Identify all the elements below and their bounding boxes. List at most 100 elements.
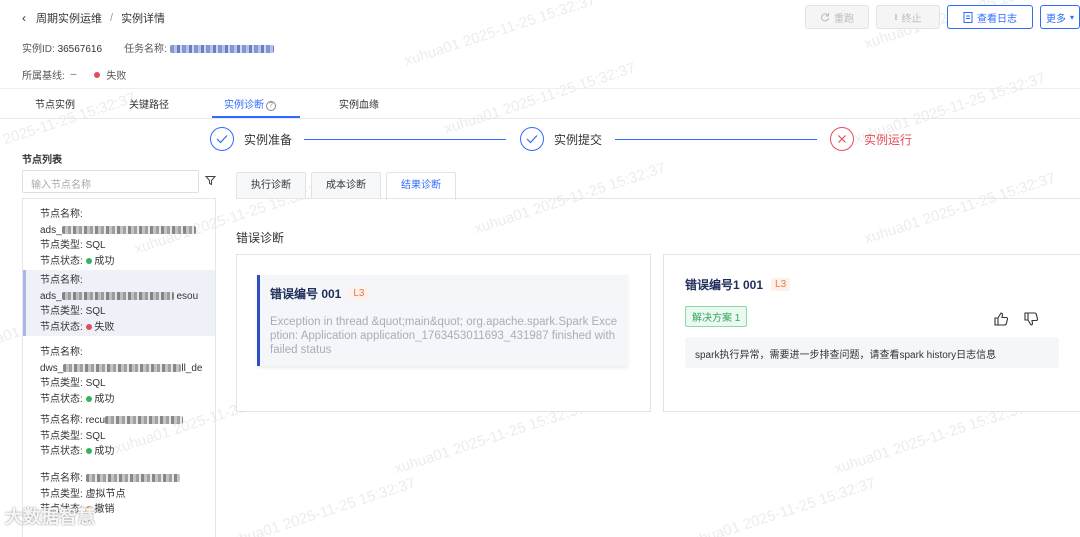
close-icon: [830, 127, 854, 151]
instance-id-label: 实例ID:: [22, 44, 55, 55]
node-type-row: 节点类型: SQL: [40, 429, 215, 445]
watermark: xuhua01 2025-11-25 15:32:37: [682, 474, 878, 537]
node-name-value-row: dws_ ll_de: [40, 361, 215, 377]
view-log-label: 查看日志: [977, 13, 1017, 25]
tab-cost-diagnosis[interactable]: 成本诊断: [311, 172, 381, 199]
node-type-label: 节点类型:: [40, 378, 83, 389]
node-name-label: 节点名称:: [40, 473, 83, 484]
tab-critical-path[interactable]: 关键路径: [129, 96, 169, 111]
check-icon: [210, 127, 234, 151]
error-code: 错误编号 001: [270, 287, 342, 301]
node-name-label: 节点名称:: [40, 415, 83, 426]
stop-label: 终止: [901, 13, 922, 25]
main-tabs: 节点实例 关键路径 实例诊断? 实例血缘: [0, 89, 1080, 119]
stop-button[interactable]: ‖ 终止: [876, 5, 940, 29]
status-dot: [85, 323, 92, 330]
instance-id-value: 36567616: [57, 44, 103, 55]
instance-meta: 实例ID: 36567616 任务名称:: [22, 40, 274, 55]
thumbs-up-icon[interactable]: [993, 311, 1009, 327]
baseline-label: 所属基线:: [22, 71, 65, 82]
progress-steps: 实例准备 实例提交 实例运行: [210, 127, 1080, 153]
node-type-value: SQL: [85, 240, 106, 251]
node-name-value-row: ads_ esou: [40, 289, 215, 305]
node-status-value: 成功: [94, 446, 115, 457]
node-list-title: 节点列表: [22, 155, 62, 166]
node-name-row: 节点名称:: [40, 207, 215, 223]
error-card: 错误编号 001 L3 Exception in thread &quot;ma…: [236, 254, 651, 412]
node-name-value: recu: [85, 415, 106, 426]
step-run-label: 实例运行: [864, 132, 913, 147]
list-item[interactable]: 节点名称: ads_ 节点类型: SQL 节点状态: 成功: [23, 207, 215, 269]
error-detail[interactable]: 错误编号 001 L3 Exception in thread &quot;ma…: [257, 275, 628, 366]
node-type-label: 节点类型:: [40, 306, 83, 317]
node-type-value: SQL: [85, 378, 106, 389]
action-bar: 重跑 ‖ 终止 查看日志 更多 ▾: [805, 5, 1080, 29]
node-status-label: 节点状态:: [40, 446, 83, 457]
step-connector: [304, 139, 506, 140]
solution-badge: 解决方案 1: [685, 306, 748, 327]
task-name-redacted: [169, 45, 274, 54]
exception-text: Exception in thread &quot;main&quot; org…: [270, 316, 618, 356]
node-status-label: 节点状态:: [40, 255, 83, 267]
more-label: 更多: [1045, 13, 1066, 25]
node-status-value: 成功: [94, 255, 115, 267]
list-item[interactable]: 节点名称: ads_ esou 节点类型: SQL 节点状态: 失败: [23, 270, 215, 336]
node-name-redacted: [61, 291, 174, 300]
pause-icon: ‖: [894, 12, 898, 22]
breadcrumb-separator: /: [110, 12, 114, 24]
node-name-label: 节点名称:: [40, 209, 83, 220]
node-search-input[interactable]: 输入节点名称: [22, 170, 199, 193]
error-code-row: 错误编号 001 L3: [270, 285, 618, 302]
instance-id-field: 实例ID: 36567616: [22, 40, 102, 55]
node-status-value: 失败: [94, 321, 115, 333]
solution-card: 错误编号1 001 L3 解决方案 1 spark执行异常，需要进一步排查问题，…: [663, 254, 1080, 412]
node-type-row: 节点类型: 虚拟节点: [40, 487, 215, 503]
brand-watermark: 大数据智慧: [5, 507, 95, 527]
watermark: xuhua01 2025-11-25 15:32:37: [222, 474, 418, 537]
breadcrumb-parent[interactable]: 周期实例运维: [36, 10, 102, 26]
step-submit-label: 实例提交: [554, 132, 603, 147]
node-status-row: 节点状态: 成功: [40, 392, 215, 408]
solution-text: spark执行异常，需要进一步排查问题，请查看spark history日志信息: [685, 337, 1059, 368]
status-dot: [85, 448, 92, 454]
breadcrumb: ‹ 周期实例运维 / 实例详情: [22, 10, 165, 26]
node-name-label: 节点名称:: [40, 347, 83, 358]
node-name-redacted: [61, 225, 196, 234]
node-status-row: 节点状态: 成功: [40, 254, 215, 270]
node-status-label: 节点状态:: [40, 393, 83, 405]
list-item[interactable]: 节点名称: dws_ ll_de 节点类型: SQL 节点状态: 成功: [23, 345, 215, 407]
back-icon[interactable]: ‹: [22, 11, 26, 25]
list-item[interactable]: 节点名称: recu 节点类型: SQL 节点状态: 成功: [23, 413, 215, 460]
tab-node-instance[interactable]: 节点实例: [35, 96, 75, 111]
node-name-value: ads_: [40, 290, 62, 302]
step-prepare-label: 实例准备: [244, 132, 293, 147]
node-name-row: 节点名称:: [40, 471, 215, 487]
rerun-button[interactable]: 重跑: [805, 5, 869, 29]
tab-execution-diagnosis[interactable]: 执行诊断: [236, 172, 306, 199]
baseline-value: –: [70, 69, 77, 80]
node-name-tail: esou: [176, 290, 199, 302]
tab-instance-diagnosis[interactable]: 实例诊断?: [224, 96, 276, 111]
rerun-label: 重跑: [834, 13, 854, 25]
node-type-row: 节点类型: SQL: [40, 376, 215, 392]
node-type-label: 节点类型:: [40, 488, 83, 500]
node-type-label: 节点类型:: [40, 430, 83, 442]
step-submit: 实例提交: [520, 127, 602, 151]
node-name-label: 节点名称:: [40, 275, 83, 286]
thumbs-down-icon[interactable]: [1023, 311, 1039, 327]
node-type-row: 节点类型: SQL: [40, 304, 215, 320]
node-name-tail: ll_de: [181, 362, 203, 374]
tab-result-diagnosis[interactable]: 结果诊断: [386, 172, 456, 200]
view-log-button[interactable]: 查看日志: [947, 5, 1033, 29]
node-list: 节点名称: ads_ 节点类型: SQL 节点状态: 成功 节点名称: ads_…: [22, 198, 216, 537]
divider: [0, 118, 1080, 119]
top-bar: ‹ 周期实例运维 / 实例详情 重跑 ‖ 终止 查看日志 更多 ▾: [0, 0, 1080, 36]
status-dot: [94, 71, 101, 78]
filter-icon[interactable]: [205, 175, 216, 186]
more-button[interactable]: 更多 ▾: [1040, 5, 1080, 29]
check-icon: [520, 127, 544, 151]
chevron-down-icon: ▾: [1069, 12, 1074, 22]
status-dot: [85, 257, 92, 264]
tab-instance-lineage[interactable]: 实例血缘: [339, 96, 379, 111]
question-icon[interactable]: ?: [266, 101, 276, 111]
